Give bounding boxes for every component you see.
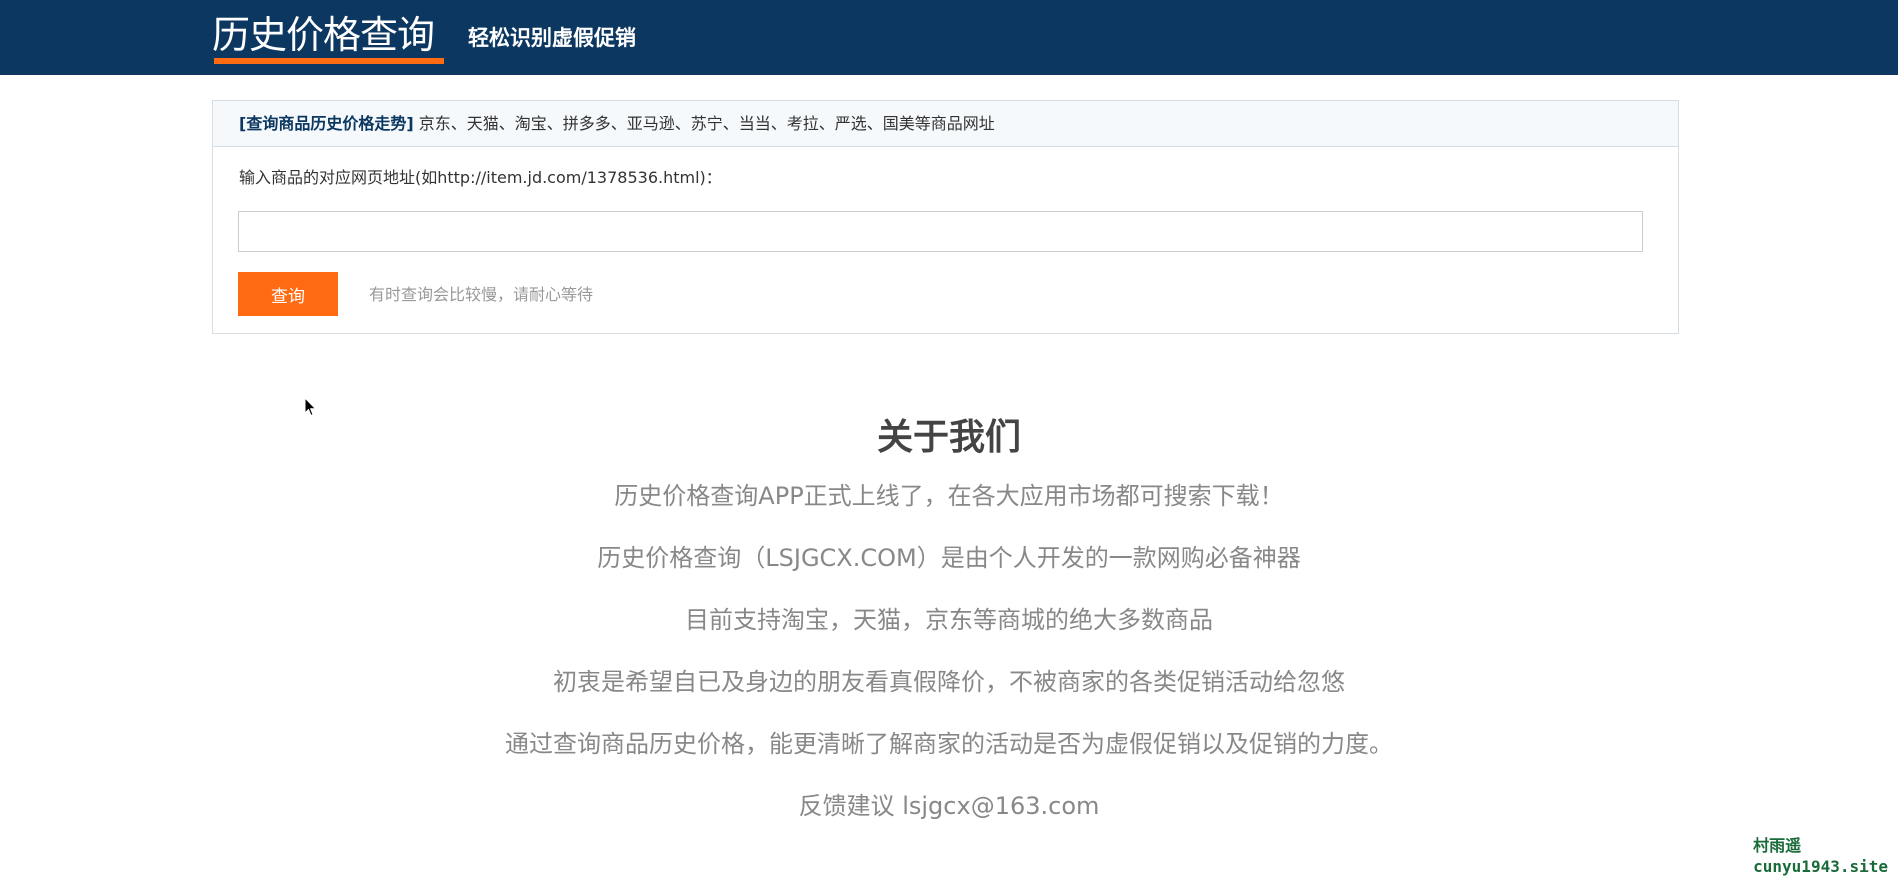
about-title: 关于我们 <box>876 417 1021 458</box>
site-slogan: 轻松识别虚假促销 <box>468 26 636 50</box>
url-input-label: 输入商品的对应网页地址(如http://item.jd.com/1378536.… <box>239 168 722 187</box>
query-panel-header: [查询商品历史价格走势] 京东、天猫、淘宝、拼多多、亚马逊、苏宁、当当、考拉、严… <box>213 101 1678 147</box>
query-button[interactable]: 查询 <box>238 272 338 316</box>
about-line: 通过查询商品历史价格，能更清晰了解商家的活动是否为虚假促销以及促销的力度。 <box>505 730 1393 758</box>
site-header: 历史价格查询 轻松识别虚假促销 <box>0 0 1898 75</box>
query-panel: [查询商品历史价格走势] 京东、天猫、淘宝、拼多多、亚马逊、苏宁、当当、考拉、严… <box>212 100 1679 334</box>
logo-text: 历史价格查询 <box>212 13 435 57</box>
watermark: 村雨遥 cunyu1943.site <box>1753 835 1888 877</box>
wait-hint: 有时查询会比较慢，请耐心等待 <box>369 285 594 304</box>
about-line: 历史价格查询APP正式上线了，在各大应用市场都可搜索下载！ <box>614 482 1284 510</box>
about-line: 历史价格查询（LSJGCX.COM）是由个人开发的一款网购必备神器 <box>597 544 1301 572</box>
watermark-name: 村雨遥 <box>1753 836 1802 855</box>
about-section: 关于我们 历史价格查询APP正式上线了，在各大应用市场都可搜索下载！ 历史价格查… <box>0 410 1898 852</box>
watermark-site: cunyu1943.site <box>1753 857 1888 876</box>
about-text: 历史价格查询APP正式上线了，在各大应用市场都可搜索下载！ 历史价格查询（LSJ… <box>0 480 1898 822</box>
supported-sites-text: 京东、天猫、淘宝、拼多多、亚马逊、苏宁、当当、考拉、严选、国美等商品网址 <box>413 114 995 133</box>
about-line: 初衷是希望自已及身边的朋友看真假降价，不被商家的各类促销活动给忽悠 <box>553 668 1345 696</box>
about-line: 目前支持淘宝，天猫，京东等商城的绝大多数商品 <box>685 606 1213 634</box>
feedback-line: 反馈建议 lsjgcx@163.com <box>798 792 1100 820</box>
url-input[interactable] <box>238 211 1643 252</box>
query-panel-tag: [查询商品历史价格走势] <box>239 114 414 133</box>
logo-underline <box>214 58 444 64</box>
site-logo[interactable]: 历史价格查询 <box>212 8 444 64</box>
mouse-pointer-icon <box>304 396 318 419</box>
